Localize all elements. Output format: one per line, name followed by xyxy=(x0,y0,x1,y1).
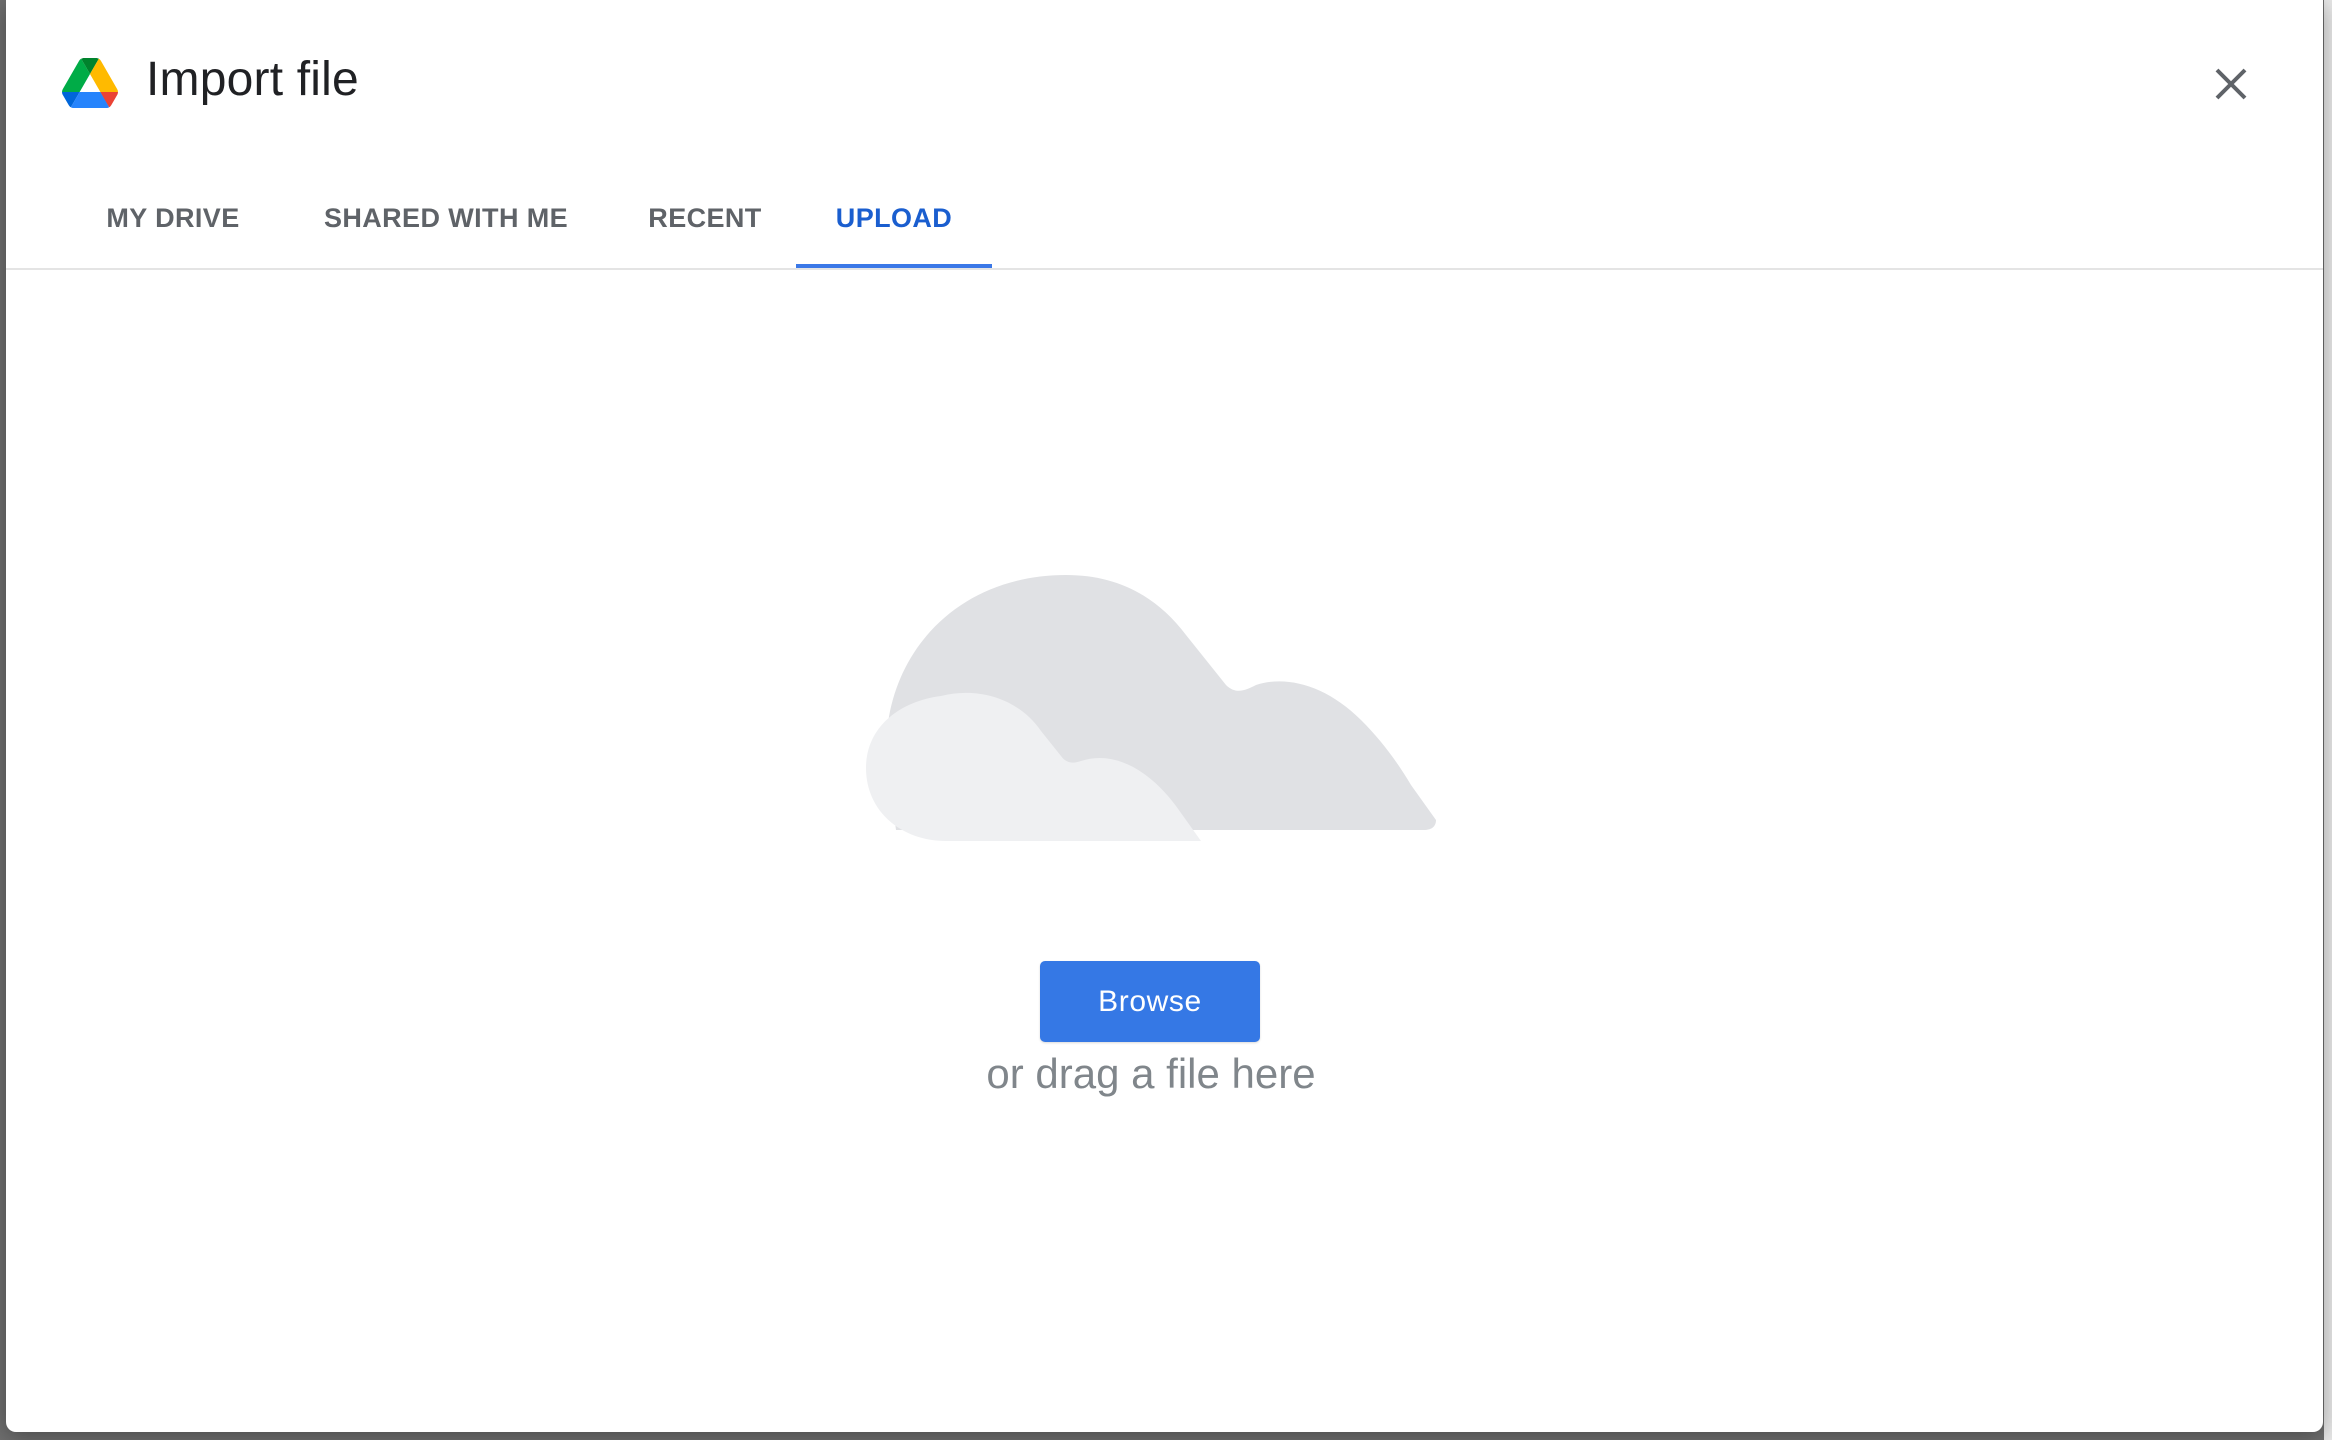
tab-bar: MY DRIVE SHARED WITH ME RECENT UPLOAD xyxy=(6,180,2323,270)
drag-drop-hint: or drag a file here xyxy=(986,1050,1316,1097)
cloud-icon xyxy=(866,575,1436,841)
tab-my-drive[interactable]: MY DRIVE xyxy=(68,180,278,268)
dialog-title: Import file xyxy=(146,53,359,106)
close-icon[interactable] xyxy=(2207,60,2255,108)
tab-label: UPLOAD xyxy=(835,203,953,233)
active-tab-indicator xyxy=(796,264,992,268)
dialog-header: Import file xyxy=(6,0,2323,170)
tab-label: MY DRIVE xyxy=(106,203,240,233)
google-drive-icon xyxy=(62,58,118,108)
tab-label: SHARED WITH ME xyxy=(323,203,569,233)
import-file-dialog: Import file MY DRIVE SHARED WITH ME RECE… xyxy=(6,0,2323,1432)
background-strip xyxy=(2324,0,2332,1440)
browse-button[interactable]: Browse xyxy=(1040,961,1260,1042)
tab-label: RECENT xyxy=(648,203,762,233)
tab-shared-with-me[interactable]: SHARED WITH ME xyxy=(296,180,596,268)
tab-recent[interactable]: RECENT xyxy=(618,180,792,268)
tab-upload[interactable]: UPLOAD xyxy=(796,180,992,268)
